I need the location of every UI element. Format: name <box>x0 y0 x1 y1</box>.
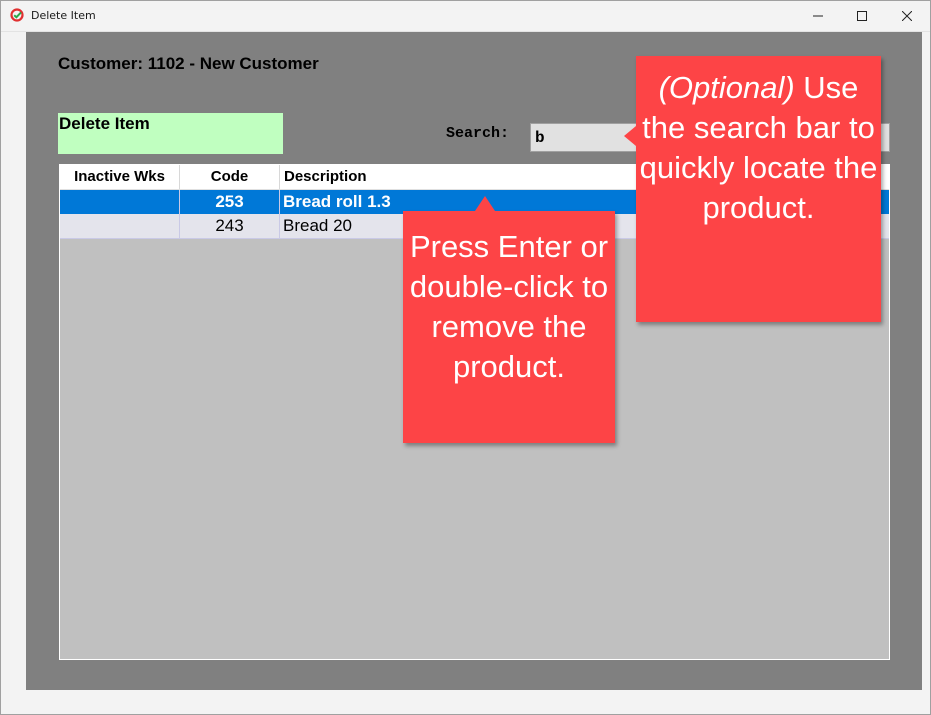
search-label: Search: <box>446 125 510 142</box>
customer-label: Customer: 1102 - New Customer <box>58 54 319 73</box>
close-icon <box>902 11 912 21</box>
close-button[interactable] <box>884 1 930 31</box>
minimize-icon <box>813 15 823 17</box>
cell-inactive-wks <box>60 214 180 238</box>
maximize-button[interactable] <box>839 1 885 31</box>
minimize-button[interactable] <box>795 1 841 31</box>
column-header-code[interactable]: Code <box>180 165 280 189</box>
delete-item-window: Delete Item Customer: 1102 - New Custome… <box>0 0 931 715</box>
enter-tip-callout: Press Enter or double-click to remove th… <box>403 196 615 443</box>
window-edge <box>1 32 26 714</box>
callout-pointer <box>624 126 636 146</box>
window-title: Delete Item <box>31 9 96 22</box>
enter-tip-text: Press Enter or double-click to remove th… <box>409 229 609 384</box>
cell-code: 253 <box>180 190 280 214</box>
search-tip-optional: (Optional) <box>658 70 795 105</box>
cell-inactive-wks <box>60 190 180 214</box>
search-tip-callout: (Optional) Use the search bar to quickly… <box>624 56 881 322</box>
mode-indicator: Delete Item <box>58 113 283 154</box>
maximize-icon <box>857 11 867 21</box>
cell-code: 243 <box>180 214 280 238</box>
app-logo-icon <box>10 8 24 22</box>
callout-pointer <box>475 196 495 211</box>
title-bar[interactable]: Delete Item <box>1 1 930 32</box>
column-header-inactive-wks[interactable]: Inactive Wks <box>60 165 180 189</box>
